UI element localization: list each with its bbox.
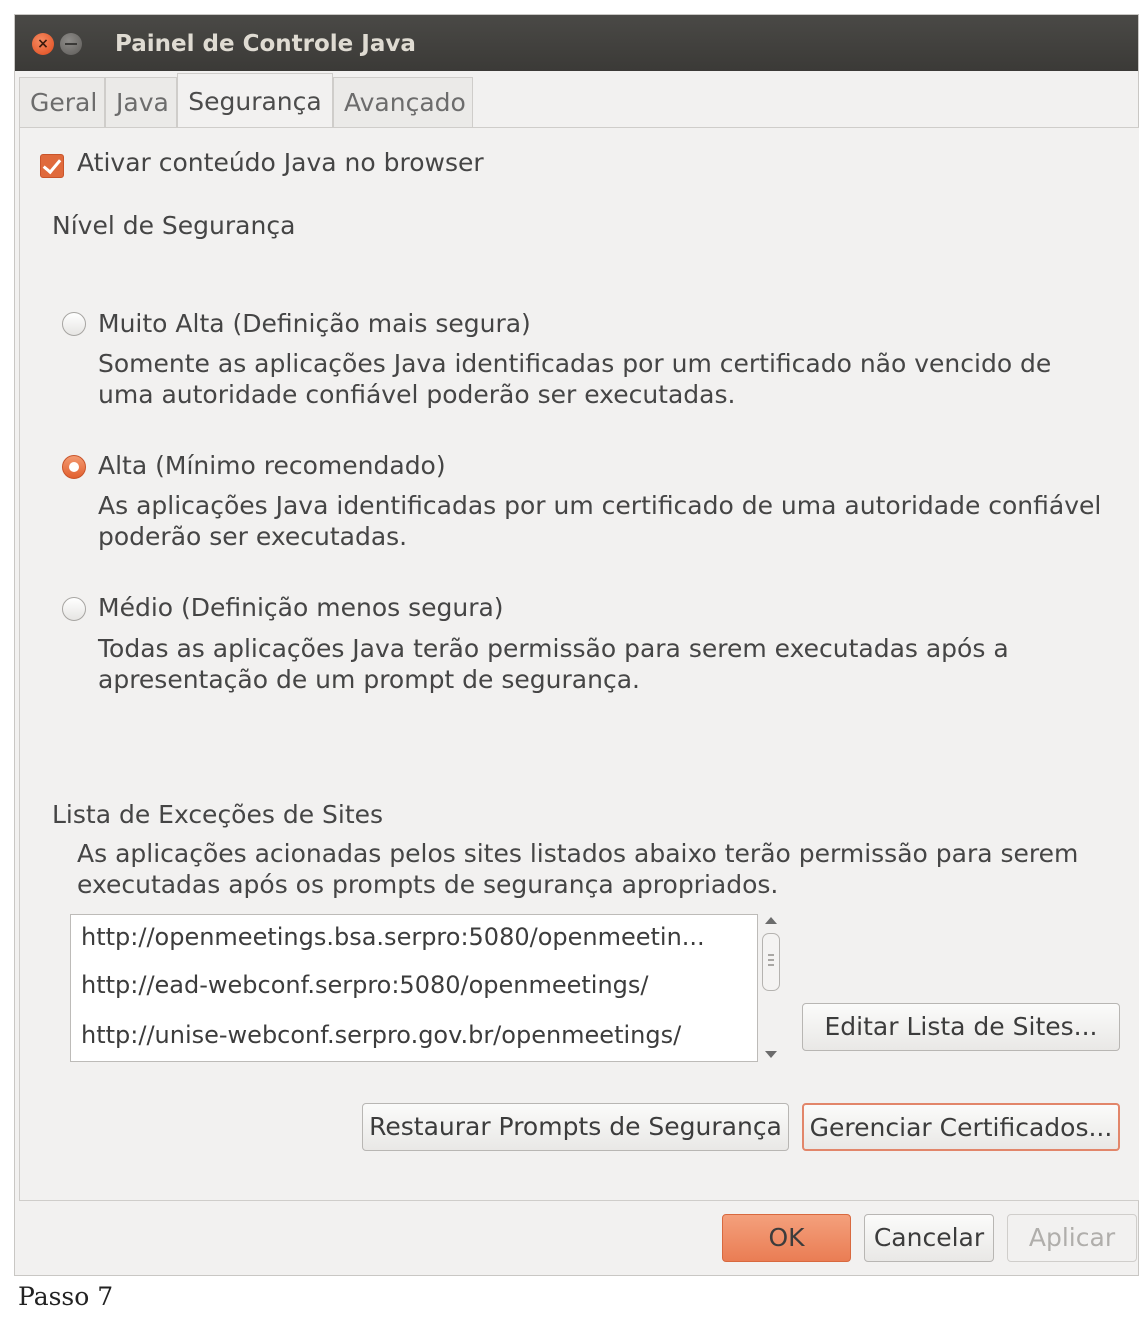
ok-button[interactable]: OK [722,1214,851,1262]
security-panel: Ativar conteúdo Java no browser Nível de… [19,127,1139,1201]
list-item[interactable]: http://openmeetings.bsa.serpro:5080/open… [81,923,705,951]
list-scrollbar[interactable] [760,915,782,1061]
radio-alta[interactable] [62,455,86,479]
radio-medio-label[interactable]: Médio (Definição menos segura) [98,593,504,622]
grip-icon [768,954,774,966]
tab-seguranca[interactable]: Segurança [177,73,333,129]
enable-java-checkbox[interactable] [40,154,64,178]
site-exceptions-heading: Lista de Exceções de Sites [52,800,384,829]
list-item[interactable]: http://ead-webconf.serpro:5080/openmeeti… [81,971,649,999]
edit-site-list-button[interactable]: Editar Lista de Sites... [802,1003,1120,1051]
radio-muito-alta[interactable] [62,312,86,336]
radio-muito-alta-description: Somente as aplicações Java identificadas… [98,349,1052,409]
cancel-button[interactable]: Cancelar [864,1214,994,1262]
radio-alta-description: As aplicações Java identificadas por um … [98,491,1102,551]
java-control-panel-window: × Painel de Controle Java Geral Java Seg… [14,14,1139,1276]
scroll-down-icon[interactable] [765,1051,777,1058]
tab-geral[interactable]: Geral [19,77,105,127]
radio-muito-alta-label[interactable]: Muito Alta (Definição mais segura) [98,309,531,338]
tab-java[interactable]: Java [105,77,177,127]
window-title: Painel de Controle Java [115,31,416,57]
radio-medio-description: Todas as aplicações Java terão permissão… [98,634,1009,694]
scrollbar-thumb[interactable] [762,933,780,991]
minimize-icon [65,43,77,45]
close-button[interactable]: × [32,33,54,55]
radio-medio[interactable] [62,597,86,621]
minimize-button[interactable] [60,33,82,55]
enable-java-label[interactable]: Ativar conteúdo Java no browser [77,148,484,177]
scroll-up-icon[interactable] [765,917,777,924]
step-caption: Passo 7 [18,1282,114,1311]
restore-security-prompts-button[interactable]: Restaurar Prompts de Segurança [362,1103,789,1151]
apply-button[interactable]: Aplicar [1007,1214,1137,1262]
tab-avancado[interactable]: Avançado [333,77,473,127]
radio-alta-label[interactable]: Alta (Mínimo recomendado) [98,451,446,480]
close-icon: × [37,36,49,52]
site-exceptions-list[interactable]: http://openmeetings.bsa.serpro:5080/open… [70,914,758,1062]
manage-certificates-button[interactable]: Gerenciar Certificados... [802,1103,1120,1151]
checkmark-icon [42,154,62,175]
title-bar: × Painel de Controle Java [15,15,1138,71]
site-exceptions-description: As aplicações acionadas pelos sites list… [77,839,1079,899]
radio-selected-dot-icon [69,462,79,472]
security-level-heading: Nível de Segurança [52,211,296,240]
list-item[interactable]: http://unise-webconf.serpro.gov.br/openm… [81,1021,681,1049]
